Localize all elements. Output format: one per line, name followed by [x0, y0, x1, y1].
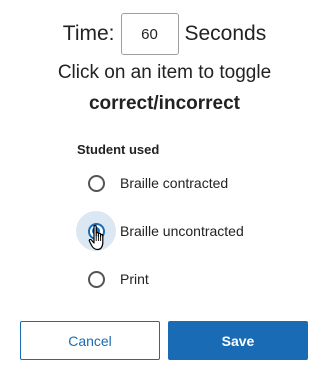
- instruction-emphasis: correct/incorrect: [88, 93, 240, 114]
- save-button[interactable]: Save: [168, 321, 308, 360]
- option-label: Braille contracted: [120, 175, 229, 191]
- option-print[interactable]: Print: [84, 265, 149, 293]
- timer-row: Time: Seconds: [0, 12, 329, 56]
- option-label: Braille uncontracted: [120, 223, 244, 239]
- timer-seconds-input[interactable]: [120, 13, 179, 55]
- radio-print[interactable]: [87, 270, 105, 288]
- cancel-button[interactable]: Cancel: [20, 321, 160, 360]
- option-braille-contracted[interactable]: Braille contracted: [84, 169, 228, 197]
- radio-wrapper: [84, 267, 108, 291]
- timer-unit-label: Seconds: [184, 22, 267, 45]
- radio-braille-contracted[interactable]: [87, 174, 105, 192]
- option-label: Print: [120, 271, 149, 287]
- radio-wrapper: [84, 171, 108, 195]
- hand-pointer-icon: [88, 224, 104, 251]
- instruction-text: Click on an item to toggle: [57, 62, 272, 83]
- timer-label: Time:: [62, 22, 115, 45]
- student-used-label: Student used: [77, 142, 160, 157]
